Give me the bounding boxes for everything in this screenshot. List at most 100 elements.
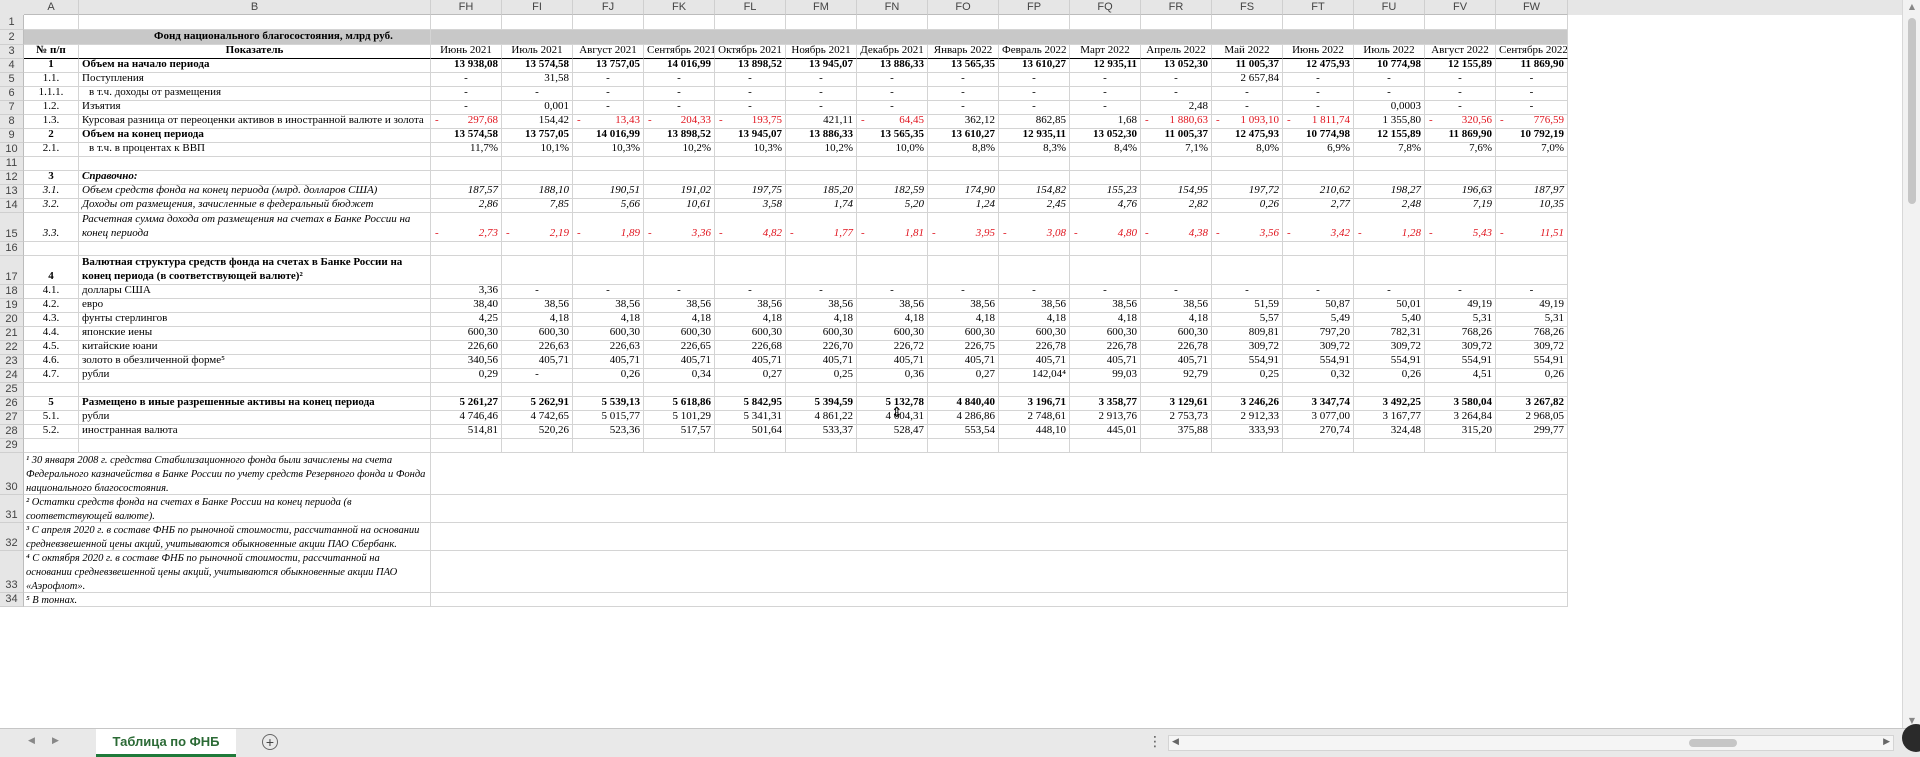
value-cell[interactable]: 553,54 xyxy=(928,425,999,439)
value-cell[interactable]: 1 093,10 xyxy=(1212,115,1283,129)
value-cell[interactable] xyxy=(786,383,857,397)
column-header-fp[interactable]: FP xyxy=(999,0,1070,15)
value-cell[interactable]: - xyxy=(431,101,502,115)
row-header-25[interactable]: 25 xyxy=(0,383,24,397)
value-cell[interactable]: - xyxy=(1496,87,1568,101)
vertical-scroll-thumb[interactable] xyxy=(1908,18,1916,204)
value-cell[interactable] xyxy=(857,256,928,285)
value-cell[interactable]: 226,63 xyxy=(573,341,644,355)
value-cell[interactable] xyxy=(1496,157,1568,171)
value-cell[interactable]: - xyxy=(786,101,857,115)
value-cell[interactable]: 4,18 xyxy=(715,313,786,327)
value-cell[interactable]: 324,48 xyxy=(1354,425,1425,439)
row-num-cell[interactable]: 3.3. xyxy=(24,213,79,242)
value-cell[interactable]: 0,26 xyxy=(573,369,644,383)
value-cell[interactable]: 2,48 xyxy=(1354,199,1425,213)
value-cell[interactable]: 5,31 xyxy=(1425,313,1496,327)
value-cell[interactable]: 600,30 xyxy=(1070,327,1141,341)
value-cell[interactable]: 1 811,74 xyxy=(1283,115,1354,129)
title-band[interactable] xyxy=(431,30,1568,45)
value-cell[interactable]: - xyxy=(644,73,715,87)
value-cell[interactable]: - xyxy=(928,87,999,101)
value-cell[interactable] xyxy=(644,242,715,256)
value-cell[interactable]: - xyxy=(1283,87,1354,101)
value-cell[interactable]: 7,6% xyxy=(1425,143,1496,157)
value-cell[interactable]: 10,35 xyxy=(1496,199,1568,213)
value-cell[interactable]: 188,10 xyxy=(502,185,573,199)
value-cell[interactable] xyxy=(1212,242,1283,256)
value-cell[interactable] xyxy=(928,157,999,171)
row-num-cell[interactable]: 1.1. xyxy=(24,73,79,87)
column-header-fv[interactable]: FV xyxy=(1425,0,1496,15)
add-sheet-button[interactable]: + xyxy=(262,734,278,750)
value-cell[interactable]: - xyxy=(1283,101,1354,115)
value-cell[interactable]: 51,59 xyxy=(1212,299,1283,313)
row-header-30[interactable]: 30 xyxy=(0,453,24,495)
row-label[interactable]: в т.ч. в процентах к ВВП xyxy=(79,143,431,157)
value-cell[interactable]: 13 052,30 xyxy=(1070,129,1141,143)
value-cell[interactable]: 3,08 xyxy=(999,213,1070,242)
value-cell[interactable]: 38,56 xyxy=(1141,299,1212,313)
value-cell[interactable]: 1,81 xyxy=(857,213,928,242)
value-cell[interactable]: 309,72 xyxy=(1425,341,1496,355)
value-cell[interactable] xyxy=(928,383,999,397)
value-cell[interactable]: 193,75 xyxy=(715,115,786,129)
row-label[interactable] xyxy=(79,242,431,256)
row-header-11[interactable]: 11 xyxy=(0,157,24,171)
value-cell[interactable]: 0,27 xyxy=(928,369,999,383)
value-cell[interactable]: 5 015,77 xyxy=(573,411,644,425)
value-cell[interactable]: 154,82 xyxy=(999,185,1070,199)
value-cell[interactable]: 2 748,61 xyxy=(999,411,1070,425)
value-cell[interactable]: 4,51 xyxy=(1425,369,1496,383)
value-cell[interactable] xyxy=(1212,157,1283,171)
cell[interactable] xyxy=(431,15,502,30)
value-cell[interactable] xyxy=(1354,171,1425,185)
row-num-cell[interactable]: 4.2. xyxy=(24,299,79,313)
value-cell[interactable] xyxy=(1141,242,1212,256)
value-cell[interactable]: 3,42 xyxy=(1283,213,1354,242)
value-cell[interactable] xyxy=(1496,383,1568,397)
value-cell[interactable]: 533,37 xyxy=(786,425,857,439)
row-label[interactable]: Курсовая разница от переоценки активов в… xyxy=(79,115,431,129)
value-cell[interactable]: 13 574,58 xyxy=(502,59,573,73)
row-label[interactable]: иностранная валюта xyxy=(79,425,431,439)
value-cell[interactable]: 0,25 xyxy=(786,369,857,383)
value-cell[interactable]: - xyxy=(857,73,928,87)
value-cell[interactable]: 99,03 xyxy=(1070,369,1141,383)
value-cell[interactable]: 2,45 xyxy=(999,199,1070,213)
row-header-6[interactable]: 6 xyxy=(0,87,24,101)
column-header-fh[interactable]: FH xyxy=(431,0,502,15)
cell[interactable] xyxy=(573,15,644,30)
value-cell[interactable]: 5,43 xyxy=(1425,213,1496,242)
value-cell[interactable]: 5 261,27 xyxy=(431,397,502,411)
value-cell[interactable]: 11 005,37 xyxy=(1212,59,1283,73)
column-header-fq[interactable]: FQ xyxy=(1070,0,1141,15)
value-cell[interactable]: 448,10 xyxy=(999,425,1070,439)
value-cell[interactable]: 5 539,13 xyxy=(573,397,644,411)
row-header-5[interactable]: 5 xyxy=(0,73,24,87)
value-cell[interactable]: - xyxy=(928,101,999,115)
cell[interactable] xyxy=(431,495,1568,523)
value-cell[interactable]: 600,30 xyxy=(786,327,857,341)
value-cell[interactable]: 517,57 xyxy=(644,425,715,439)
value-cell[interactable]: 3 129,61 xyxy=(1141,397,1212,411)
value-cell[interactable]: - xyxy=(431,87,502,101)
value-cell[interactable] xyxy=(1425,383,1496,397)
row-header-16[interactable]: 16 xyxy=(0,242,24,256)
footnote-1[interactable]: ¹ 30 января 2008 г. средства Стабилизаци… xyxy=(24,453,431,495)
value-cell[interactable]: - xyxy=(573,87,644,101)
value-cell[interactable] xyxy=(573,171,644,185)
column-header-fu[interactable]: FU xyxy=(1354,0,1425,15)
value-cell[interactable] xyxy=(1283,157,1354,171)
value-cell[interactable] xyxy=(1070,256,1141,285)
value-cell[interactable]: - xyxy=(1141,285,1212,299)
value-cell[interactable] xyxy=(1496,256,1568,285)
value-cell[interactable]: 226,78 xyxy=(1070,341,1141,355)
cell[interactable] xyxy=(1496,15,1568,30)
footnote-5[interactable]: ⁵ В тоннах. xyxy=(24,593,431,607)
value-cell[interactable]: 154,95 xyxy=(1141,185,1212,199)
cell[interactable] xyxy=(1070,15,1141,30)
value-cell[interactable]: - xyxy=(573,73,644,87)
value-cell[interactable]: 13 886,33 xyxy=(786,129,857,143)
value-cell[interactable] xyxy=(999,242,1070,256)
